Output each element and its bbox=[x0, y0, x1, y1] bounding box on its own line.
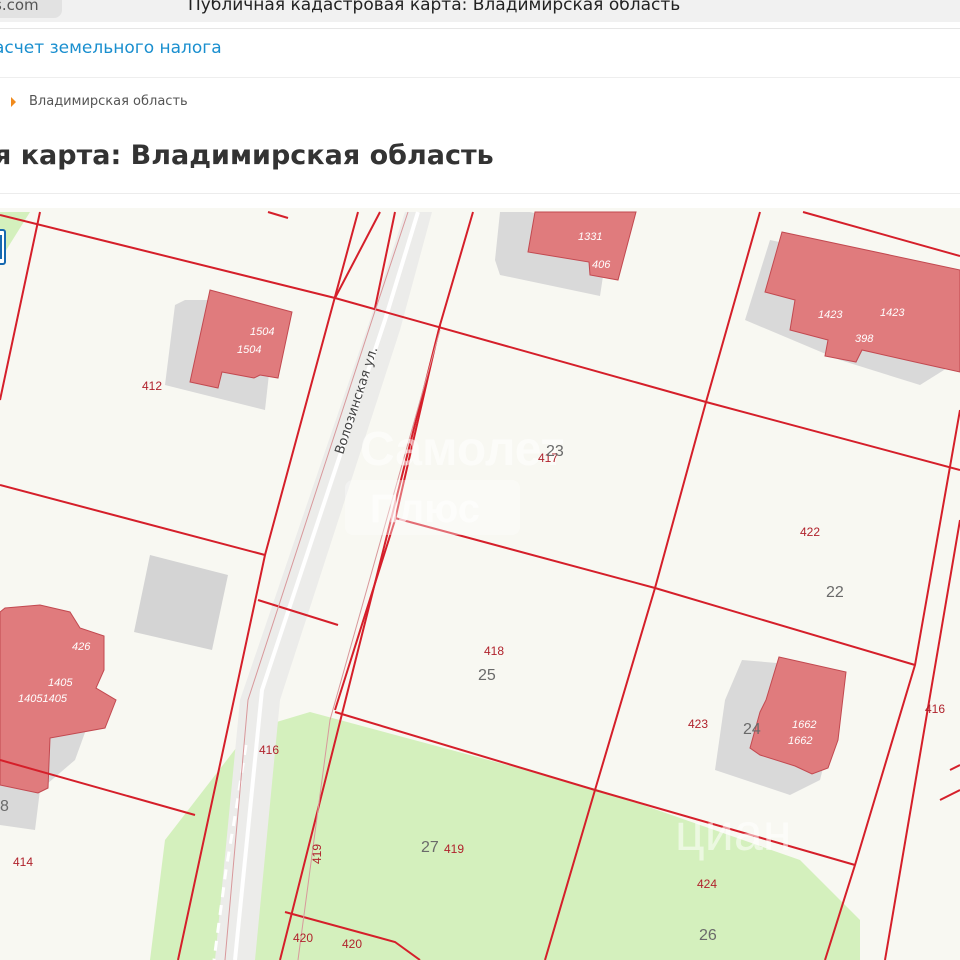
breadcrumb-current[interactable]: Владимирская область bbox=[29, 94, 188, 109]
label-1504-a: 1504 bbox=[250, 326, 274, 338]
label-419: 419 bbox=[444, 842, 464, 856]
map-canvas[interactable]: Самолет Плюс циан Волозинская ул. 1504 1… bbox=[0, 208, 960, 960]
land-tax-link[interactable]: асчет земельного налога bbox=[0, 38, 222, 58]
label-1423-b: 1423 bbox=[880, 307, 905, 319]
browser-tab[interactable]: s.com bbox=[0, 0, 62, 18]
label-420-a: 420 bbox=[293, 931, 313, 945]
label-422: 422 bbox=[800, 525, 820, 539]
window-title: Публичная кадастровая карта: Владимирска… bbox=[188, 0, 681, 15]
label-416-b: 416 bbox=[925, 702, 945, 716]
house-22: 22 bbox=[826, 584, 844, 601]
watermark-plus: Плюс bbox=[370, 487, 480, 531]
house-23: 23 bbox=[546, 443, 564, 460]
house-24: 24 bbox=[743, 721, 761, 738]
label-418: 418 bbox=[484, 644, 504, 658]
label-1405-b: 14051405 bbox=[18, 693, 68, 705]
watermark-cian: циан bbox=[675, 804, 791, 862]
label-416-a: 416 bbox=[259, 743, 279, 757]
label-1662-b: 1662 bbox=[788, 735, 812, 747]
house-27: 27 bbox=[421, 839, 439, 856]
label-424: 424 bbox=[697, 877, 717, 891]
map-layer-control[interactable] bbox=[0, 229, 6, 265]
cadastral-map[interactable]: Самолет Плюс циан Волозинская ул. 1504 1… bbox=[0, 208, 960, 960]
label-406: 406 bbox=[592, 259, 611, 271]
label-398: 398 bbox=[855, 333, 874, 345]
label-1331: 1331 bbox=[578, 231, 602, 243]
house-26: 26 bbox=[699, 927, 717, 944]
label-1504-b: 1504 bbox=[237, 344, 261, 356]
label-419-vertical: 419 bbox=[310, 844, 324, 864]
label-1423-a: 1423 bbox=[818, 309, 843, 321]
label-420-b: 420 bbox=[342, 937, 362, 951]
browser-tab-bar: s.com Публичная кадастровая карта: Влади… bbox=[0, 0, 960, 22]
house-25: 25 bbox=[478, 667, 496, 684]
label-412: 412 bbox=[142, 379, 162, 393]
divider bbox=[0, 193, 960, 194]
label-426: 426 bbox=[72, 641, 91, 653]
label-1662-a: 1662 bbox=[792, 719, 816, 731]
page-title: я карта: Владимирская область bbox=[0, 140, 494, 171]
house-8: 8 bbox=[0, 798, 9, 815]
label-423: 423 bbox=[688, 717, 708, 731]
breadcrumb-arrow-icon bbox=[11, 97, 16, 107]
divider bbox=[0, 77, 960, 78]
label-414: 414 bbox=[13, 855, 33, 869]
divider bbox=[0, 28, 960, 29]
watermark-samolet: Самолет bbox=[360, 423, 564, 476]
label-1405-a: 1405 bbox=[48, 677, 73, 689]
